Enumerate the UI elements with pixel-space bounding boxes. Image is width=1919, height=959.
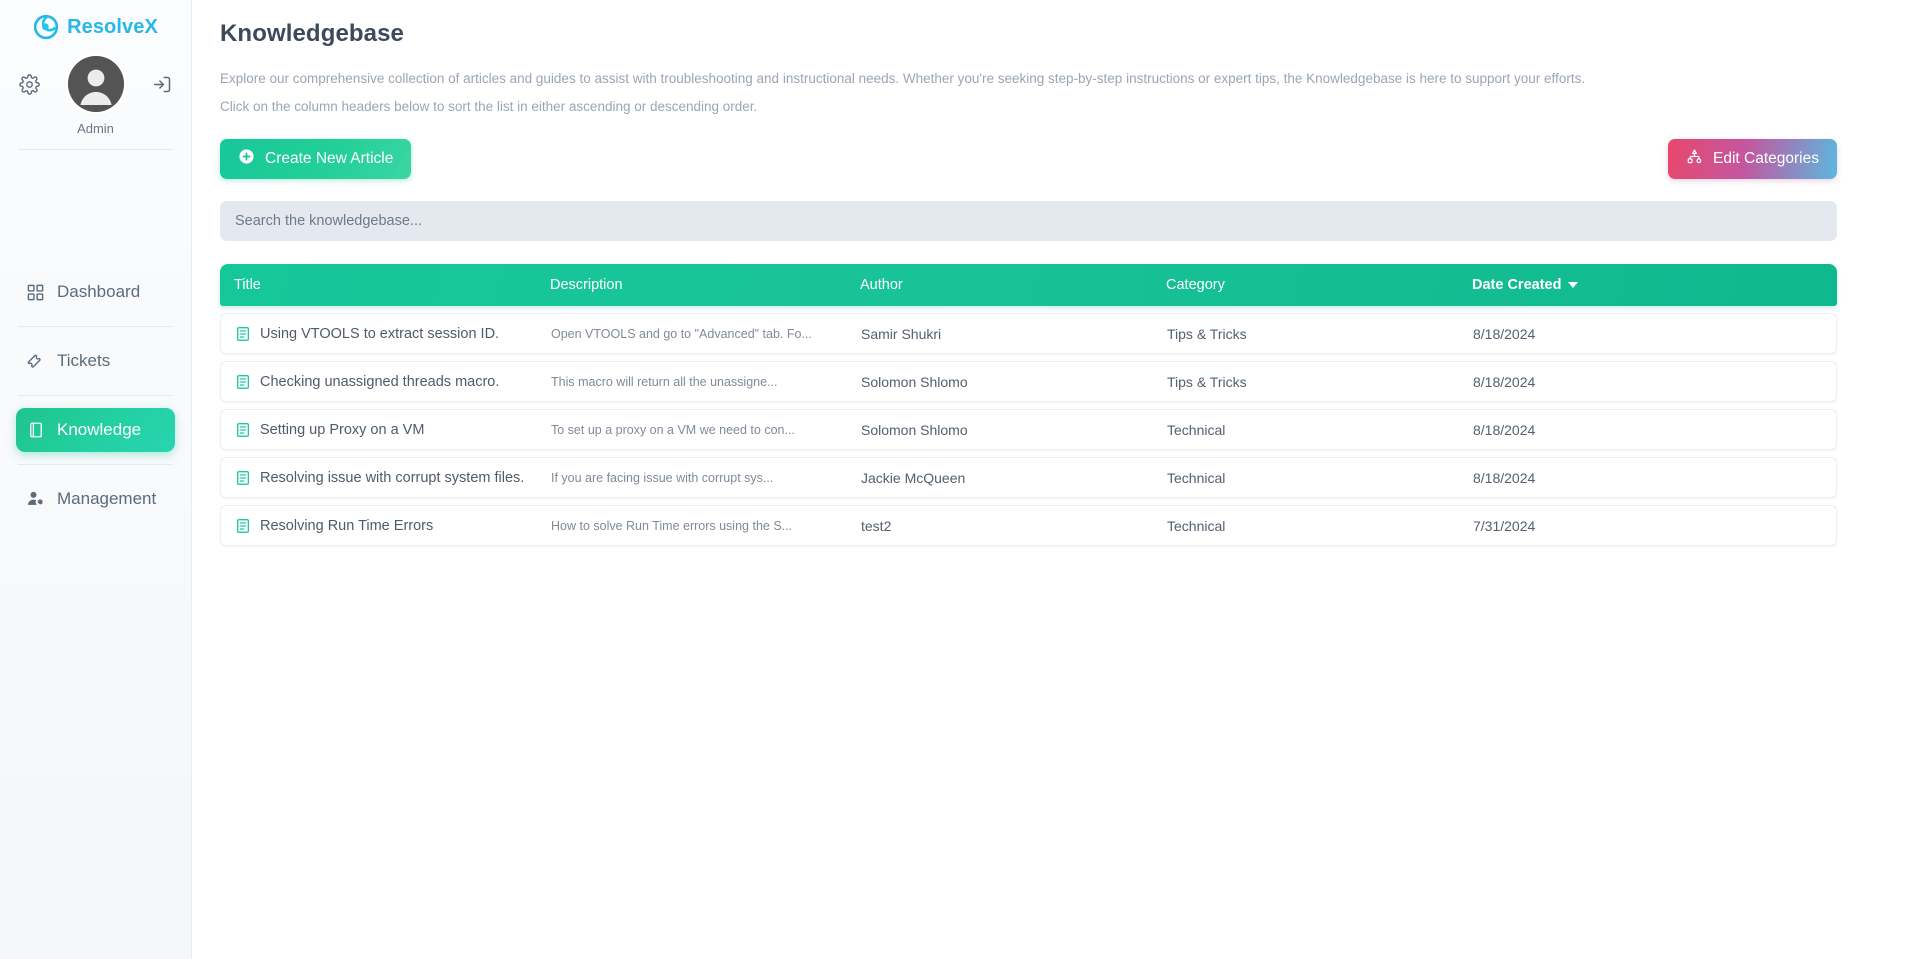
cell-title: Setting up Proxy on a VM — [235, 422, 551, 438]
nav-separator — [18, 395, 173, 396]
cell-description: How to solve Run Time errors using the S… — [551, 518, 793, 533]
table-row[interactable]: Setting up Proxy on a VM To set up a pro… — [220, 409, 1837, 450]
sidebar-item-label: Knowledge — [57, 420, 142, 439]
column-header-label: Description — [550, 277, 623, 293]
table-body: Using VTOOLS to extract session ID. Open… — [220, 313, 1837, 546]
nav-separator — [18, 464, 173, 465]
book-icon — [25, 420, 46, 441]
cell-author: Solomon Shlomo — [861, 421, 968, 438]
table-row[interactable]: Using VTOOLS to extract session ID. Open… — [220, 313, 1837, 354]
cell-description: If you are facing issue with corrupt sys… — [551, 470, 774, 485]
cell-description: This macro will return all the unassigne… — [551, 374, 778, 389]
create-new-article-label: Create New Article — [265, 150, 394, 167]
article-document-icon — [235, 422, 251, 438]
column-header-label: Title — [234, 277, 261, 293]
search-bar — [220, 201, 1837, 241]
column-header-label: Category — [1166, 277, 1225, 293]
column-header-description[interactable]: Description — [550, 277, 860, 293]
cell-category: Tips & Tricks — [1167, 373, 1247, 390]
page-title: Knowledgebase — [220, 20, 405, 47]
cell-category: Tips & Tricks — [1167, 325, 1247, 342]
brand-name: ResolveX — [67, 15, 158, 38]
sidebar-nav: Dashboard Tickets Knowledge Management — [0, 270, 191, 521]
cell-date-created: 8/18/2024 — [1473, 325, 1536, 342]
user-settings-icon — [25, 489, 46, 510]
table-row[interactable]: Resolving issue with corrupt system file… — [220, 457, 1837, 498]
cell-title: Using VTOOLS to extract session ID. — [235, 326, 551, 342]
table-row[interactable]: Checking unassigned threads macro. This … — [220, 361, 1837, 402]
table-row[interactable]: Resolving Run Time Errors How to solve R… — [220, 505, 1837, 546]
sidebar-item-label: Management — [57, 489, 157, 508]
cell-author: Solomon Shlomo — [861, 373, 968, 390]
column-header-date-created[interactable]: Date Created — [1472, 277, 1823, 293]
article-title: Resolving issue with corrupt system file… — [260, 469, 525, 486]
brand[interactable]: ResolveX — [0, 0, 191, 50]
edit-categories-label: Edit Categories — [1713, 150, 1819, 167]
edit-categories-button[interactable]: Edit Categories — [1668, 139, 1837, 179]
article-title: Using VTOOLS to extract session ID. — [260, 325, 500, 342]
ticket-icon — [25, 351, 46, 372]
search-input[interactable] — [220, 201, 1837, 241]
article-title: Setting up Proxy on a VM — [260, 421, 425, 438]
plus-circle-icon — [238, 148, 255, 170]
cell-date-created: 8/18/2024 — [1473, 373, 1536, 390]
cell-author: Jackie McQueen — [861, 469, 966, 486]
cell-date-created: 7/31/2024 — [1473, 517, 1536, 534]
cell-category: Technical — [1167, 469, 1226, 486]
column-header-label: Date Created — [1472, 277, 1562, 293]
grid-dashboard-icon — [25, 282, 46, 303]
sidebar-item-label: Dashboard — [57, 282, 141, 301]
gear-icon[interactable] — [16, 71, 42, 97]
app-root: ResolveX Admin Dashboard Tickets Knowled… — [0, 0, 1919, 959]
sidebar: ResolveX Admin Dashboard Tickets Knowled… — [0, 0, 192, 959]
page-description-line1: Explore our comprehensive collection of … — [220, 71, 1586, 86]
cell-description: Open VTOOLS and go to "Advanced" tab. Fo… — [551, 326, 812, 341]
cell-author: test2 — [861, 517, 892, 534]
user-name: Admin — [77, 121, 114, 136]
resolvex-swirl-logo-icon — [33, 14, 59, 40]
article-document-icon — [235, 470, 251, 486]
toolbar: Create New Article Edit Categories — [220, 139, 1837, 179]
sidebar-item-label: Tickets — [57, 351, 111, 370]
page-description: Explore our comprehensive collection of … — [220, 65, 1770, 121]
article-title: Resolving Run Time Errors — [260, 517, 434, 534]
article-document-icon — [235, 374, 251, 390]
sidebar-item-management[interactable]: Management — [16, 477, 175, 521]
cell-title: Resolving issue with corrupt system file… — [235, 470, 551, 486]
page-description-line2: Click on the column headers below to sor… — [220, 99, 758, 114]
user-row — [0, 56, 191, 112]
column-header-category[interactable]: Category — [1166, 277, 1472, 293]
create-new-article-button[interactable]: Create New Article — [220, 139, 412, 179]
hierarchy-icon — [1686, 148, 1703, 170]
table-header-row: Title Description Author Category Date C… — [220, 264, 1837, 306]
cell-category: Technical — [1167, 421, 1226, 438]
nav-separator — [18, 326, 173, 327]
column-header-author[interactable]: Author — [860, 277, 1166, 293]
article-document-icon — [235, 326, 251, 342]
column-header-label: Author — [860, 277, 903, 293]
cell-author: Samir Shukri — [861, 325, 942, 342]
cell-date-created: 8/18/2024 — [1473, 421, 1536, 438]
sidebar-item-tickets[interactable]: Tickets — [16, 339, 175, 383]
sidebar-divider — [18, 149, 173, 150]
sidebar-item-dashboard[interactable]: Dashboard — [16, 270, 175, 314]
cell-description: To set up a proxy on a VM we need to con… — [551, 422, 795, 437]
cell-title: Resolving Run Time Errors — [235, 518, 551, 534]
cell-category: Technical — [1167, 517, 1226, 534]
column-header-title[interactable]: Title — [234, 277, 550, 293]
article-title: Checking unassigned threads macro. — [260, 373, 500, 390]
sidebar-item-knowledge[interactable]: Knowledge — [16, 408, 175, 452]
logout-icon[interactable] — [149, 71, 175, 97]
cell-title: Checking unassigned threads macro. — [235, 374, 551, 390]
avatar[interactable] — [67, 56, 124, 112]
article-document-icon — [235, 518, 251, 534]
knowledgebase-table: Title Description Author Category Date C… — [220, 264, 1837, 546]
main-content: Knowledgebase Explore our comprehensive … — [192, 0, 1919, 959]
cell-date-created: 8/18/2024 — [1473, 469, 1536, 486]
sort-descending-caret-icon — [1568, 282, 1579, 288]
